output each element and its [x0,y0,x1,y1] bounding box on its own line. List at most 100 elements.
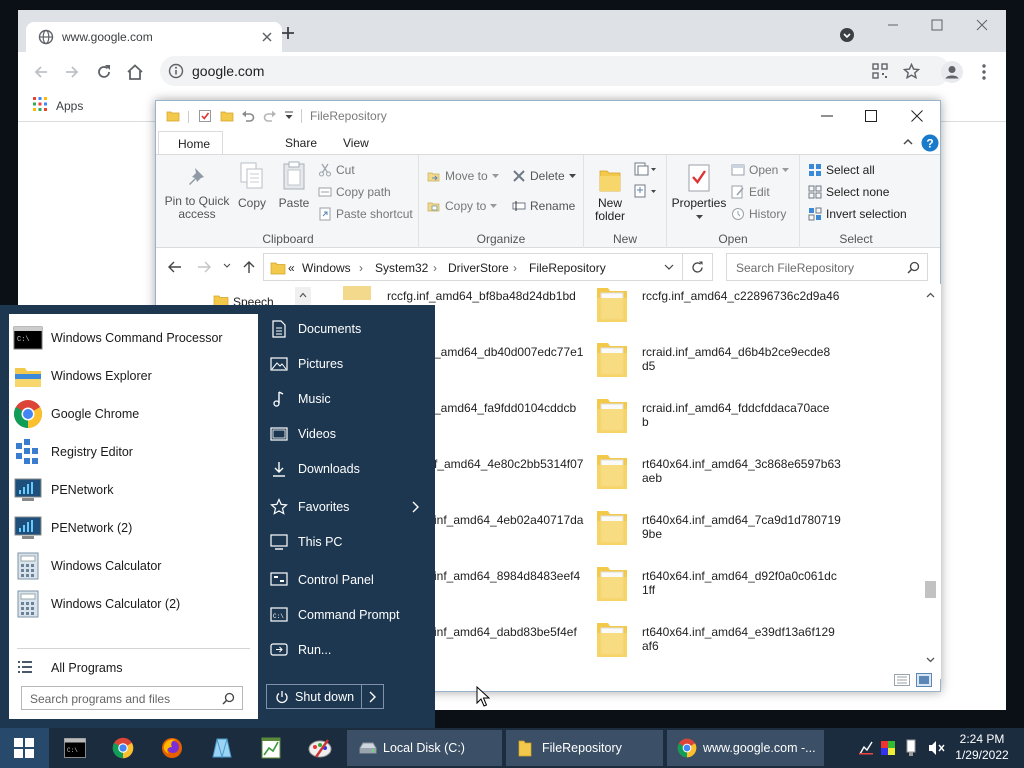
folder-icon[interactable] [596,395,628,435]
file-name[interactable]: rt640x64.inf_amd64_7ca9d1d780719 9be [642,513,841,541]
redo-icon[interactable] [263,109,277,123]
bookmark-star-icon[interactable] [903,63,920,80]
undo-icon[interactable] [241,109,255,123]
back-arrow-icon[interactable] [167,260,183,274]
select-all-button[interactable]: Select all [808,163,875,177]
breadcrumb-separator-icon[interactable]: › [359,261,363,275]
folder-icon[interactable] [596,451,628,491]
file-name[interactable]: _amd64_db40d007edc77e1 [434,345,583,359]
file-name[interactable]: rccfg.inf_amd64_bf8ba48d24db1bd [387,289,576,303]
place-pictures[interactable]: Pictures [270,349,430,379]
customize-qat-icon[interactable] [284,110,294,122]
apps-bookmark-label[interactable]: Apps [56,99,83,113]
qr-code-icon[interactable] [872,63,888,79]
file-name[interactable]: rt640x64.inf_amd64_e39df13a6f129 af6 [642,625,835,653]
breadcrumb-separator-icon[interactable]: › [433,261,437,275]
properties-check-icon[interactable] [198,109,212,123]
breadcrumb-separator-icon[interactable]: › [513,261,517,275]
breadcrumb-driverstore[interactable]: DriverStore [448,261,509,275]
copy-button[interactable]: Copy [234,161,270,210]
place-favorites[interactable]: Favorites [270,492,430,522]
taskbar-cmd[interactable]: C:\ [55,728,95,768]
back-icon[interactable] [32,63,50,81]
program-item[interactable]: Windows Calculator [9,547,258,585]
file-name[interactable]: rt640x64.inf_amd64_d92f0a0c061dc 1ff [642,569,837,597]
forward-arrow-icon[interactable] [196,260,212,274]
folder-icon[interactable] [596,619,628,659]
refresh-button[interactable] [683,253,713,281]
file-list-scrollbar[interactable] [922,284,939,669]
info-icon[interactable] [168,63,184,79]
file-name[interactable]: rcraid.inf_amd64_d6b4b2ce9ecde8 d5 [642,345,830,373]
program-item[interactable]: Google Chrome [9,395,258,433]
help-icon[interactable]: ? [921,134,939,152]
open-button[interactable]: Open [731,163,790,177]
file-name[interactable]: rcraid.inf_amd64_fddcfddaca70ace b [642,401,829,429]
close-window-icon[interactable] [910,109,924,123]
start-search-box[interactable]: Search programs and files [21,686,243,710]
copy-to-button[interactable]: Copy to [427,199,498,213]
breadcrumb-filerepository[interactable]: FileRepository [529,261,606,275]
program-item[interactable]: PENetwork [9,471,258,509]
maximize-icon[interactable] [930,18,944,32]
tab-home[interactable]: Home [158,131,223,155]
folder-icon[interactable] [596,284,628,324]
edit-button[interactable]: Edit [731,185,770,199]
place-videos[interactable]: Videos [270,419,430,449]
taskbar-firefox[interactable] [153,728,193,768]
taskbar-window-chrome[interactable]: www.google.com -... [667,730,824,766]
file-name[interactable]: f_amd64_4e80c2bb5314f07 [434,457,583,471]
breadcrumb-windows[interactable]: Windows [302,261,351,275]
taskbar-app-chart[interactable] [251,728,291,768]
minimize-icon[interactable] [820,109,834,123]
breadcrumb-system32[interactable]: System32 [375,261,428,275]
taskbar-app-diamond[interactable] [202,728,242,768]
copy-path-button[interactable]: Copy path [318,185,391,199]
program-item[interactable]: Windows Explorer [9,357,258,395]
taskbar-window-filerepository[interactable]: FileRepository [506,730,663,766]
easy-access-icon[interactable] [634,183,658,199]
nav-scroll-up-button[interactable] [295,287,311,305]
rename-button[interactable]: Rename [512,199,575,213]
shutdown-options-arrow-icon[interactable] [369,691,377,703]
minimize-icon[interactable] [886,18,900,32]
chrome-tab[interactable]: www.google.com [26,22,282,52]
home-icon[interactable] [126,63,144,81]
place-music[interactable]: Music [270,384,430,414]
pin-to-quick-access-button[interactable]: Pin to Quick access [162,165,232,221]
taskbar-app-paint[interactable] [300,728,340,768]
file-name[interactable]: _amd64_fa9fdd0104cddcb [434,401,576,415]
all-programs-item[interactable]: All Programs [9,649,258,687]
scrollbar-thumb[interactable] [925,581,936,598]
chrome-menu-icon[interactable] [978,63,990,81]
scroll-down-icon[interactable] [926,657,935,663]
clock[interactable]: 2:24 PM 1/29/2022 [944,731,1020,763]
breadcrumb-overflow[interactable]: « [288,261,295,275]
new-folder-qat-icon[interactable] [220,109,234,123]
file-name[interactable]: rt640x64.inf_amd64_3c868e6597b63 aeb [642,457,841,485]
file-name[interactable]: inf_amd64_dabd83be5f4ef [434,625,577,639]
display-tray-icon[interactable] [880,740,896,756]
delete-button[interactable]: Delete [512,169,576,183]
place-documents[interactable]: Documents [270,314,430,344]
program-item[interactable]: Registry Editor [9,433,258,471]
collapse-ribbon-icon[interactable] [902,136,914,148]
shutdown-button[interactable]: Shut down [266,684,384,709]
folder-icon[interactable] [596,563,628,603]
cut-button[interactable]: Cut [318,163,355,177]
taskbar-chrome[interactable] [104,728,144,768]
up-arrow-icon[interactable] [242,259,256,275]
place-run[interactable]: Run... [270,635,430,665]
program-item[interactable]: C:\ Windows Command Processor [9,319,258,357]
forward-icon[interactable] [63,63,81,81]
folder-icon[interactable] [596,507,628,547]
close-tab-icon[interactable] [260,30,274,44]
profile-avatar-icon[interactable] [941,61,963,83]
place-command-prompt[interactable]: C:\ Command Prompt [270,600,430,630]
tab-share[interactable]: Share [275,131,327,155]
details-view-icon[interactable] [894,674,910,686]
select-none-button[interactable]: Select none [808,185,889,199]
new-folder-button[interactable]: New folder [588,165,632,223]
place-control-panel[interactable]: Control Panel [270,565,430,595]
move-to-button[interactable]: Move to [427,169,499,183]
